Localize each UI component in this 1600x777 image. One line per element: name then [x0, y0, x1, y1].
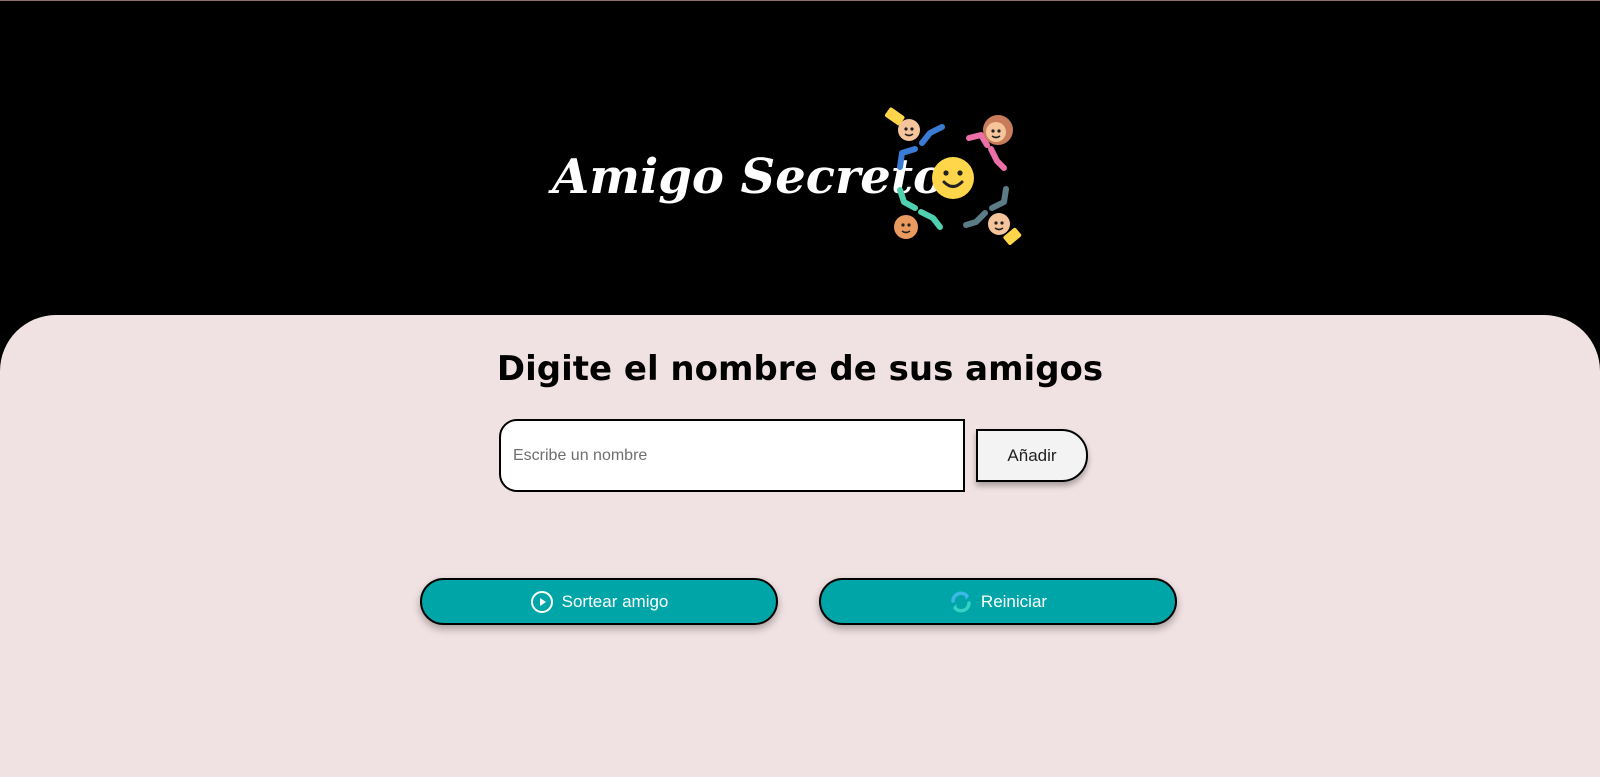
friends-circle-icon	[880, 105, 1026, 251]
draw-friend-label: Sortear amigo	[561, 591, 669, 611]
play-circle-icon	[530, 590, 554, 614]
reset-label: Reiniciar	[980, 591, 1048, 611]
main-panel: Digite el nombre de sus amigos Añadir So…	[0, 315, 1600, 777]
reset-button[interactable]: Reiniciar	[819, 578, 1177, 625]
draw-friend-button[interactable]: Sortear amigo	[420, 578, 778, 625]
friend-name-input[interactable]	[499, 419, 965, 492]
app-page: Amigo Secreto Digite el nombre de sus am…	[0, 0, 1600, 777]
section-title: Digite el nombre de sus amigos	[496, 349, 1104, 389]
add-button[interactable]: Añadir	[976, 429, 1088, 482]
refresh-icon	[949, 590, 973, 614]
header: Amigo Secreto	[0, 0, 1600, 315]
